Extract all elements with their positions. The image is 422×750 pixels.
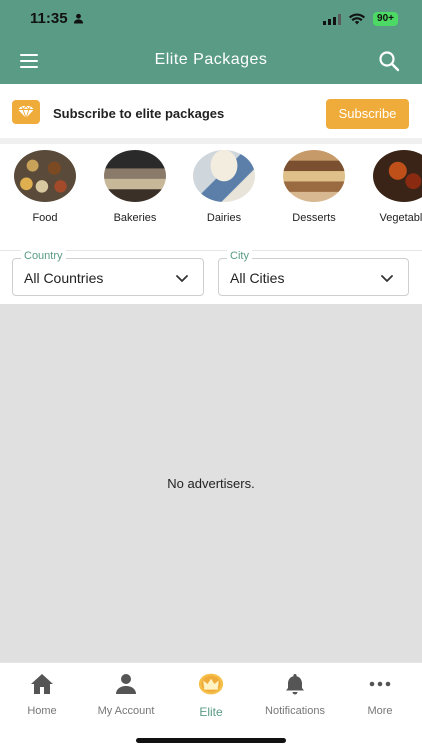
bakeries-image — [104, 150, 166, 202]
nav-label: More — [367, 705, 393, 717]
advertisers-list[interactable]: No advertisers. — [0, 304, 422, 662]
crown-icon — [198, 671, 224, 697]
search-icon[interactable] — [378, 50, 400, 72]
wifi-icon — [349, 13, 366, 25]
city-dropdown[interactable]: City All Cities — [218, 250, 409, 296]
category-label: Bakeries — [113, 212, 157, 224]
category-food[interactable]: Food — [5, 150, 85, 224]
nav-elite[interactable]: Elite — [169, 671, 253, 719]
nav-more[interactable]: More — [338, 671, 422, 717]
category-label: Food — [32, 212, 58, 224]
home-icon — [29, 671, 55, 697]
nav-home[interactable]: Home — [0, 671, 84, 717]
empty-message: No advertisers. — [167, 476, 255, 491]
subscribe-banner: Subscribe to elite packages Subscribe — [0, 84, 422, 144]
nav-label: Notifications — [265, 705, 325, 717]
signal-icon — [323, 13, 342, 25]
status-time: 11:35 — [30, 10, 84, 27]
food-image — [14, 150, 76, 202]
category-label: Dairies — [206, 212, 242, 224]
more-icon — [367, 671, 393, 697]
category-dairies[interactable]: Dairies — [184, 150, 264, 224]
category-bakeries[interactable]: Bakeries — [95, 150, 175, 224]
category-carousel[interactable]: Food Bakeries Dairies Desserts Vegetable — [0, 150, 422, 250]
city-value: All Cities — [230, 270, 285, 286]
app-header: Elite Packages — [0, 38, 422, 84]
country-legend: Country — [21, 250, 66, 262]
home-indicator — [136, 738, 286, 743]
nav-label: Elite — [199, 705, 223, 719]
chevron-down-icon — [176, 275, 188, 282]
subscribe-text: Subscribe to elite packages — [53, 106, 225, 121]
bottom-nav: Home My Account Elite Notifications More — [0, 662, 422, 750]
person-icon — [113, 671, 139, 697]
category-desserts[interactable]: Desserts — [274, 150, 354, 224]
chevron-down-icon — [381, 275, 393, 282]
country-dropdown[interactable]: Country All Countries — [12, 250, 204, 296]
country-value: All Countries — [24, 270, 104, 286]
city-legend: City — [227, 250, 252, 262]
bell-icon — [282, 671, 308, 697]
top-bar: 11:35 90+ Elite Packages — [0, 0, 422, 84]
category-vegetable[interactable]: Vegetable — [364, 150, 422, 224]
status-indicators: 90+ — [323, 12, 398, 26]
person-status-icon — [73, 13, 83, 24]
nav-notifications[interactable]: Notifications — [253, 671, 337, 717]
battery-indicator: 90+ — [373, 12, 398, 26]
desserts-image — [283, 150, 345, 202]
status-bar: 11:35 90+ — [0, 0, 422, 38]
nav-label: Home — [27, 705, 57, 717]
category-label: Vegetable — [379, 212, 422, 224]
nav-my-account[interactable]: My Account — [84, 671, 168, 717]
page-title: Elite Packages — [154, 51, 268, 68]
subscribe-button[interactable]: Subscribe — [326, 99, 409, 129]
category-label: Desserts — [292, 212, 336, 224]
dairies-image — [193, 150, 255, 202]
nav-label: My Account — [97, 705, 155, 717]
vegetable-image — [373, 150, 422, 202]
diamond-icon — [12, 100, 40, 124]
